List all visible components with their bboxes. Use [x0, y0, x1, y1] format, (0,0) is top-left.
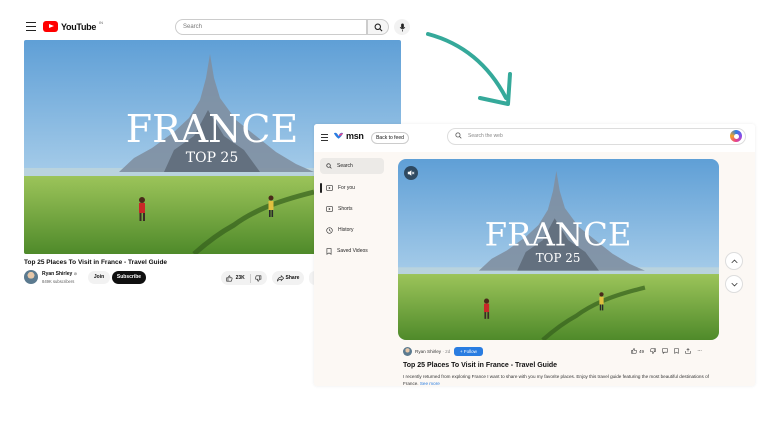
- search-button[interactable]: [367, 19, 389, 35]
- video-title: Top 25 Places To Visit in France - Trave…: [403, 362, 558, 369]
- like-count: 23K: [235, 275, 245, 281]
- bookmark-icon: [326, 247, 332, 255]
- video-player[interactable]: FRANCE TOP 25: [398, 159, 719, 340]
- share-icon[interactable]: [685, 348, 691, 354]
- copilot-icon[interactable]: [730, 130, 742, 142]
- sidebar-item-saved-videos[interactable]: Saved Videos: [320, 243, 384, 259]
- sidebar-item-label: Shorts: [338, 206, 353, 212]
- video-actions: 49 ···: [631, 348, 702, 354]
- search-icon: [455, 132, 462, 139]
- play-square-icon: [326, 206, 333, 212]
- youtube-logo-country: IN: [99, 20, 104, 25]
- share-label: Share: [285, 275, 300, 281]
- description-text: I recently returned from exploring Franc…: [403, 374, 709, 386]
- subscribe-button[interactable]: Subscribe: [112, 271, 146, 284]
- bookmark-icon[interactable]: [674, 348, 679, 354]
- thumbs-up-icon[interactable]: [226, 274, 233, 282]
- sidebar-item-label: Search: [337, 163, 353, 169]
- sidebar-item-label: Saved Videos: [337, 248, 368, 254]
- play-square-icon: [326, 185, 333, 191]
- sidebar-item-history[interactable]: History: [320, 222, 384, 238]
- join-button[interactable]: Join: [88, 271, 110, 284]
- back-to-feed-button[interactable]: Back to feed: [371, 132, 409, 144]
- sidebar-item-shorts[interactable]: Shorts: [320, 201, 384, 217]
- history-icon: [326, 226, 333, 234]
- more-options-icon[interactable]: ···: [697, 348, 702, 354]
- chevron-up-icon: [730, 259, 738, 263]
- divider: [249, 273, 251, 283]
- like-count: 49: [639, 348, 645, 354]
- sidebar-item-for-you[interactable]: For you: [320, 180, 384, 196]
- previous-video-button[interactable]: [725, 252, 743, 270]
- video-title: Top 25 Places To Visit in France - Trave…: [24, 259, 168, 266]
- msn-logo[interactable]: msn: [333, 131, 364, 141]
- verified-icon: ⊘: [73, 271, 78, 276]
- microphone-icon: [399, 22, 405, 32]
- share-button[interactable]: Share: [272, 271, 304, 285]
- video-overlay-subtitle: TOP 25: [536, 251, 581, 265]
- thumbs-up-icon: [631, 348, 637, 354]
- channel-name-text: Ryan Shirley: [42, 271, 73, 277]
- speaker-muted-icon: [407, 170, 415, 176]
- next-video-button[interactable]: [725, 275, 743, 293]
- menu-icon[interactable]: [321, 134, 328, 142]
- video-overlay-subtitle: TOP 25: [186, 150, 239, 166]
- like-dislike-group[interactable]: 23K: [221, 271, 267, 285]
- share-icon: [276, 274, 284, 281]
- comment-icon[interactable]: [662, 348, 668, 354]
- search-input[interactable]: Search: [175, 19, 367, 35]
- sidebar-item-label: History: [338, 227, 354, 233]
- avatar[interactable]: [403, 347, 412, 356]
- avatar[interactable]: [24, 270, 38, 284]
- mic-button[interactable]: [394, 19, 410, 35]
- like-button[interactable]: 49: [631, 348, 644, 354]
- subscriber-count: 849K subscribers: [42, 279, 75, 284]
- follow-button[interactable]: + Follow: [454, 347, 483, 356]
- youtube-logo[interactable]: YouTube IN: [43, 20, 104, 32]
- thumbs-down-icon[interactable]: [650, 348, 656, 354]
- menu-icon[interactable]: [26, 22, 36, 31]
- see-more-link[interactable]: See more: [420, 381, 440, 386]
- channel-name[interactable]: Ryan Shirley ⊘: [42, 271, 77, 277]
- thumbs-down-icon[interactable]: [255, 275, 262, 282]
- msn-butterfly-icon: [333, 132, 344, 139]
- sidebar-item-label: For you: [338, 185, 355, 191]
- channel-name[interactable]: Ryan Shirley · 2d: [415, 349, 450, 354]
- youtube-play-icon: [43, 21, 58, 32]
- video-overlay-title: FRANCE: [126, 107, 298, 151]
- post-age: · 2d: [442, 349, 451, 354]
- web-search-placeholder: Search the web: [468, 132, 503, 139]
- msn-logo-text: msn: [346, 131, 364, 141]
- search-icon: [374, 23, 382, 31]
- chevron-down-icon: [730, 282, 738, 286]
- video-thumbnail: FRANCE TOP 25: [398, 159, 719, 340]
- video-overlay-title: FRANCE: [485, 215, 632, 253]
- transition-arrow-icon: [426, 32, 512, 106]
- search-icon: [326, 163, 332, 169]
- video-description: I recently returned from exploring Franc…: [403, 374, 713, 386]
- msn-window: msn Back to feed Search the web Search F…: [314, 124, 755, 386]
- sidebar-item-search[interactable]: Search: [320, 158, 384, 174]
- mute-button[interactable]: [404, 166, 418, 180]
- youtube-logo-text: YouTube: [61, 21, 97, 32]
- channel-name-text: Ryan Shirley: [415, 349, 442, 354]
